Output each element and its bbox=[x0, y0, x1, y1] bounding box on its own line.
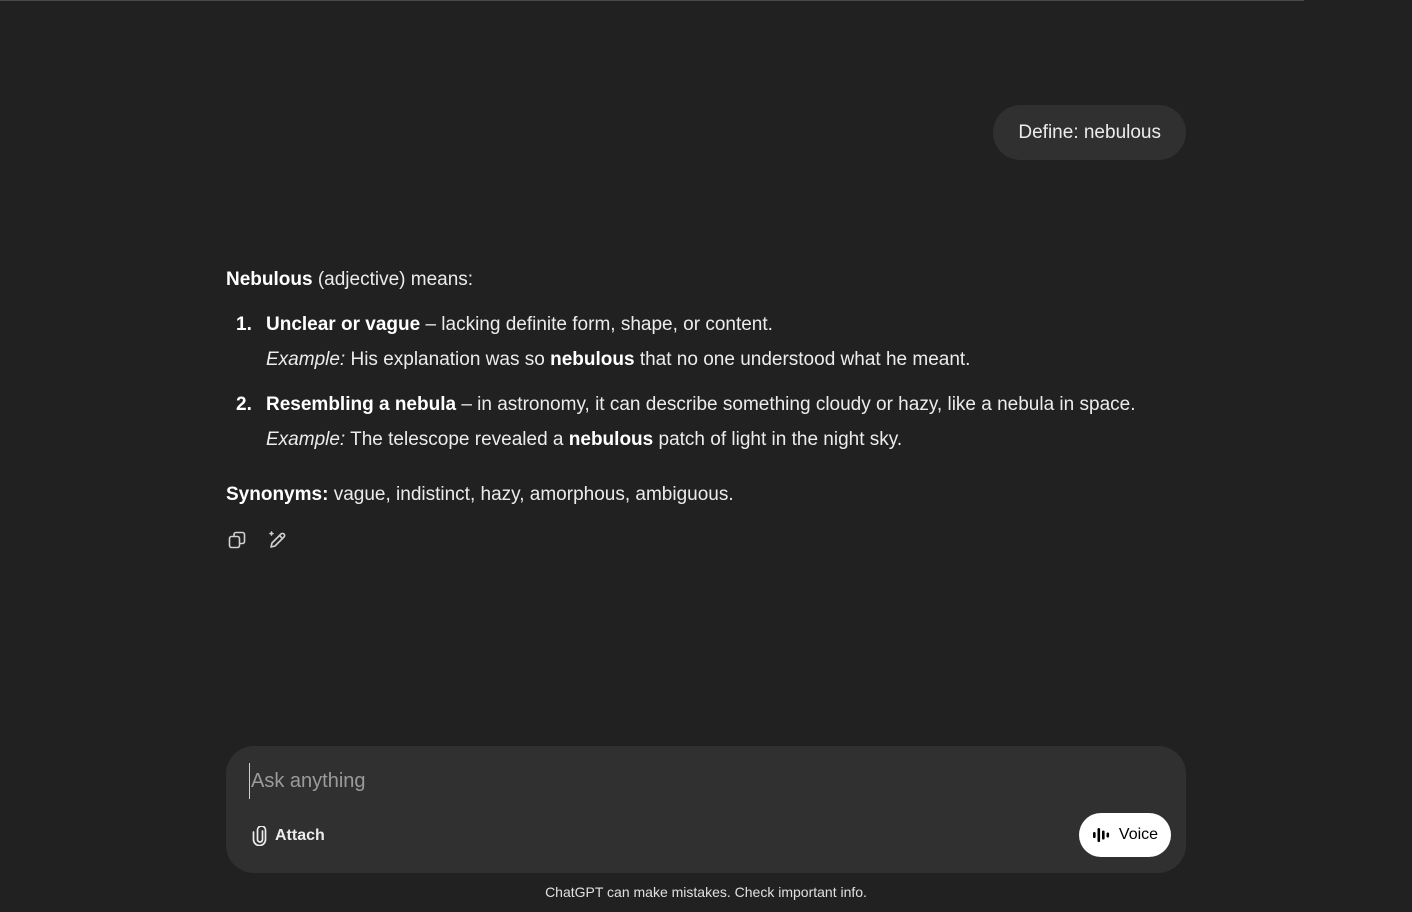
voice-waveform-icon bbox=[1092, 828, 1110, 842]
composer: Attach Voice bbox=[226, 746, 1186, 873]
example-before: His explanation was so bbox=[345, 349, 551, 370]
example-line: Example: His explanation was so nebulous… bbox=[266, 342, 1186, 377]
paperclip-icon bbox=[252, 826, 267, 846]
copy-button[interactable] bbox=[226, 529, 248, 551]
message-actions bbox=[226, 529, 288, 551]
synonyms-label: Synonyms: bbox=[226, 484, 329, 505]
attach-label: Attach bbox=[275, 827, 325, 844]
disclaimer-text: ChatGPT can make mistakes. Check importa… bbox=[545, 884, 867, 900]
voice-label: Voice bbox=[1118, 826, 1159, 843]
intro-rest: (adjective) means: bbox=[312, 269, 474, 290]
definition-line: Unclear or vague – lacking definite form… bbox=[266, 307, 1186, 342]
definition-term: Resembling a nebula bbox=[266, 394, 457, 415]
example-bold: nebulous bbox=[568, 429, 654, 450]
intro-term: Nebulous bbox=[226, 269, 313, 290]
example-label: Example: bbox=[266, 429, 346, 450]
definition-text: – in astronomy, it can describe somethin… bbox=[456, 394, 1136, 415]
definition-line: Resembling a nebula – in astronomy, it c… bbox=[266, 387, 1186, 422]
response-intro: Nebulous (adjective) means: bbox=[226, 262, 1186, 297]
example-label: Example: bbox=[266, 349, 346, 370]
list-number: 1. bbox=[236, 314, 252, 335]
example-after: that no one understood what he meant. bbox=[634, 349, 971, 370]
prompt-input[interactable] bbox=[249, 763, 1153, 799]
example-line: Example: The telescope revealed a nebulo… bbox=[266, 422, 1186, 457]
top-divider bbox=[0, 0, 1304, 1]
assistant-response: Nebulous (adjective) means: 1. Unclear o… bbox=[226, 262, 1186, 512]
definition-item: 2. Resembling a nebula – in astronomy, i… bbox=[226, 387, 1186, 457]
pencil-sparkle-icon bbox=[269, 531, 286, 548]
attach-button[interactable]: Attach bbox=[252, 823, 325, 849]
voice-button[interactable]: Voice bbox=[1079, 813, 1171, 857]
synonyms-text: vague, indistinct, hazy, amorphous, ambi… bbox=[328, 484, 734, 505]
definition-list: 1. Unclear or vague – lacking definite f… bbox=[226, 307, 1186, 457]
example-before: The telescope revealed a bbox=[345, 429, 569, 450]
list-number: 2. bbox=[236, 394, 252, 415]
example-after: patch of light in the night sky. bbox=[653, 429, 903, 450]
definition-term: Unclear or vague bbox=[266, 314, 421, 335]
example-bold: nebulous bbox=[550, 349, 635, 370]
edit-in-canvas-button[interactable] bbox=[266, 529, 288, 551]
synonyms-line: Synonyms: vague, indistinct, hazy, amorp… bbox=[226, 477, 1186, 512]
definition-item: 1. Unclear or vague – lacking definite f… bbox=[226, 307, 1186, 377]
copy-icon bbox=[228, 531, 246, 549]
definition-text: – lacking definite form, shape, or conte… bbox=[420, 314, 773, 335]
user-message-bubble: Define: nebulous bbox=[993, 105, 1186, 160]
